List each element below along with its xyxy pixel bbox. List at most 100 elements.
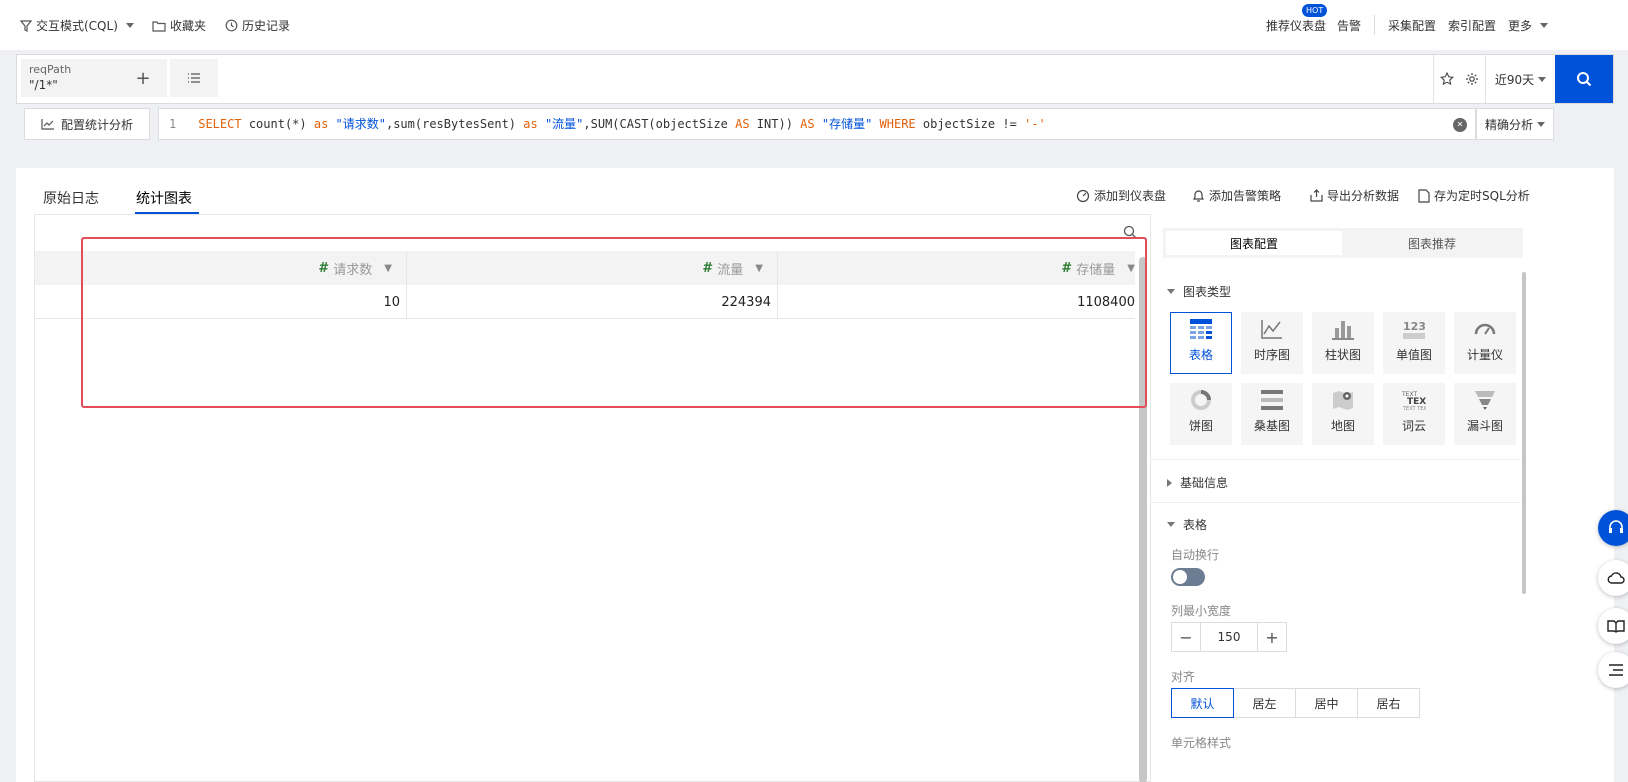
chart-type-bar[interactable]: 柱状图 <box>1312 312 1374 374</box>
save-scheduled-sql-button[interactable]: 存为定时SQL分析 <box>1418 187 1530 204</box>
filter-icon <box>20 19 32 32</box>
config-analysis-label: 配置统计分析 <box>60 117 133 132</box>
analysis-mode-dropdown[interactable]: 精确分析 <box>1476 108 1554 140</box>
dashboard-icon <box>1076 189 1090 202</box>
cloud-button[interactable] <box>1598 560 1628 596</box>
align-option[interactable]: 居左 <box>1233 688 1296 718</box>
table-section[interactable]: 表格 <box>1167 516 1207 533</box>
chart-config-panel: 图表配置 图表推荐 图表类型 表格 时序图 柱状图 123 单值图 计量仪 饼图… <box>1150 214 1614 782</box>
plus-icon: + <box>135 67 151 89</box>
docs-button[interactable] <box>1598 608 1628 644</box>
min-col-width-label: 列最小宽度 <box>1171 604 1232 618</box>
chart-type-pie[interactable]: 饼图 <box>1170 383 1232 445</box>
tab-raw-log[interactable]: 原始日志 <box>43 188 99 208</box>
sankey-icon <box>1261 390 1283 410</box>
search-button[interactable] <box>1555 55 1613 103</box>
gear-icon <box>1466 73 1478 85</box>
min-col-width-input[interactable]: 150 <box>1200 623 1258 651</box>
divider <box>1151 459 1521 460</box>
chart-type-word-cloud[interactable]: TEXTTEXTTEXT TEXT 词云 <box>1383 383 1445 445</box>
align-option[interactable]: 居中 <box>1295 688 1358 718</box>
line-chart-icon <box>41 119 54 130</box>
tab-chart-recommend[interactable]: 图表推荐 <box>1344 231 1520 255</box>
chart-type-table[interactable]: 表格 <box>1170 312 1232 374</box>
config-scrollbar[interactable] <box>1522 272 1526 594</box>
align-segmented-control: 默认 居左 居中 居右 <box>1171 688 1420 718</box>
interactive-mode-label: 交互模式(CQL) <box>36 19 118 33</box>
chart-type-sankey[interactable]: 桑基图 <box>1241 383 1303 445</box>
basic-info-title: 基础信息 <box>1180 476 1229 490</box>
pie-chart-icon <box>1191 390 1211 410</box>
collapse-icon <box>1167 289 1175 294</box>
toggle-knob <box>1173 570 1187 584</box>
export-icon <box>1310 189 1323 202</box>
clear-icon[interactable]: × <box>1453 118 1467 132</box>
number-icon: 123 <box>1403 320 1426 339</box>
settings-button[interactable] <box>1459 55 1485 103</box>
expand-icon <box>1167 478 1172 487</box>
index-config-link[interactable]: 索引配置 <box>1448 17 1496 34</box>
chart-type-label: 饼图 <box>1188 419 1213 433</box>
chart-type-label: 漏斗图 <box>1466 419 1503 433</box>
query-box: reqPath "/1*" + 近90天 <box>16 54 1614 104</box>
auto-wrap-toggle[interactable] <box>1171 568 1205 586</box>
filter-chip-key: reqPath <box>29 63 72 76</box>
menu-icon <box>1609 664 1623 676</box>
star-button[interactable] <box>1433 55 1459 103</box>
svg-text:123: 123 <box>1403 320 1426 333</box>
export-button[interactable]: 导出分析数据 <box>1310 187 1399 204</box>
auto-wrap-label: 自动换行 <box>1171 548 1220 562</box>
increment-button[interactable]: + <box>1258 623 1286 651</box>
chart-type-single-value[interactable]: 123 单值图 <box>1383 312 1445 374</box>
history-button[interactable]: 历史记录 <box>225 17 290 34</box>
svg-text:TEXT TEXT: TEXT TEXT <box>1402 406 1426 411</box>
collect-config-link[interactable]: 采集配置 <box>1388 17 1436 34</box>
alarm-label: 告警 <box>1337 19 1362 33</box>
chart-type-funnel[interactable]: 漏斗图 <box>1454 383 1516 445</box>
add-to-dashboard-button[interactable]: 添加到仪表盘 <box>1076 187 1166 204</box>
align-label: 对齐 <box>1171 670 1196 684</box>
folder-icon <box>152 20 166 32</box>
chart-type-timeseries[interactable]: 时序图 <box>1241 312 1303 374</box>
funnel-icon <box>1475 391 1495 410</box>
alarm-link[interactable]: 告警 <box>1337 17 1361 34</box>
chart-type-section[interactable]: 图表类型 <box>1167 283 1231 300</box>
chart-type-label: 时序图 <box>1253 348 1290 362</box>
chart-type-label: 词云 <box>1401 419 1426 433</box>
chart-type-map[interactable]: 地图 <box>1312 383 1374 445</box>
index-config-label: 索引配置 <box>1448 19 1497 33</box>
filter-chip[interactable]: reqPath "/1*" <box>21 59 121 97</box>
sql-editor[interactable]: 1 SELECT count(*) as "请求数",sum(resBytesSe… <box>158 108 1476 140</box>
tab-stat-chart[interactable]: 统计图表 <box>136 188 192 208</box>
save-scheduled-sql-label: 存为定时SQL分析 <box>1434 189 1530 203</box>
chart-type-label: 计量仪 <box>1466 348 1503 362</box>
headset-icon <box>1609 520 1623 533</box>
menu-button[interactable] <box>1598 652 1628 688</box>
add-filter-button[interactable]: + <box>119 59 167 97</box>
highlight-box <box>81 237 1147 408</box>
chart-type-label: 柱状图 <box>1324 348 1361 362</box>
filter-chip-value: "/1*" <box>29 78 58 92</box>
decrement-button[interactable]: − <box>1172 623 1200 651</box>
recommended-dashboard-link[interactable]: 推荐仪表盘 <box>1266 17 1326 34</box>
chart-type-gauge[interactable]: 计量仪 <box>1454 312 1516 374</box>
tab-chart-config[interactable]: 图表配置 <box>1166 231 1342 255</box>
bell-icon <box>1193 189 1204 202</box>
add-alarm-button[interactable]: 添加告警策略 <box>1192 187 1281 204</box>
align-option[interactable]: 默认 <box>1171 688 1234 718</box>
main-panel: 原始日志 统计图表 添加到仪表盘 添加告警策略 导出分析数据 存为定时SQL分析… <box>16 168 1614 782</box>
support-button[interactable] <box>1598 510 1628 546</box>
more-dropdown[interactable]: 更多 <box>1508 17 1549 34</box>
search-icon <box>1577 72 1592 87</box>
divider <box>1374 15 1375 35</box>
basic-info-section[interactable]: 基础信息 <box>1167 474 1228 491</box>
config-analysis-button[interactable]: 配置统计分析 <box>24 108 150 140</box>
favorites-button[interactable]: 收藏夹 <box>152 17 206 34</box>
align-option[interactable]: 居右 <box>1357 688 1420 718</box>
chevron-down-icon <box>1540 23 1549 28</box>
history-icon <box>225 19 238 32</box>
interactive-mode-dropdown[interactable]: 交互模式(CQL) <box>20 17 134 34</box>
filter-list-button[interactable] <box>170 59 218 97</box>
time-range-dropdown[interactable]: 近90天 <box>1485 55 1555 103</box>
config-tabs: 图表配置 图表推荐 <box>1163 228 1523 258</box>
